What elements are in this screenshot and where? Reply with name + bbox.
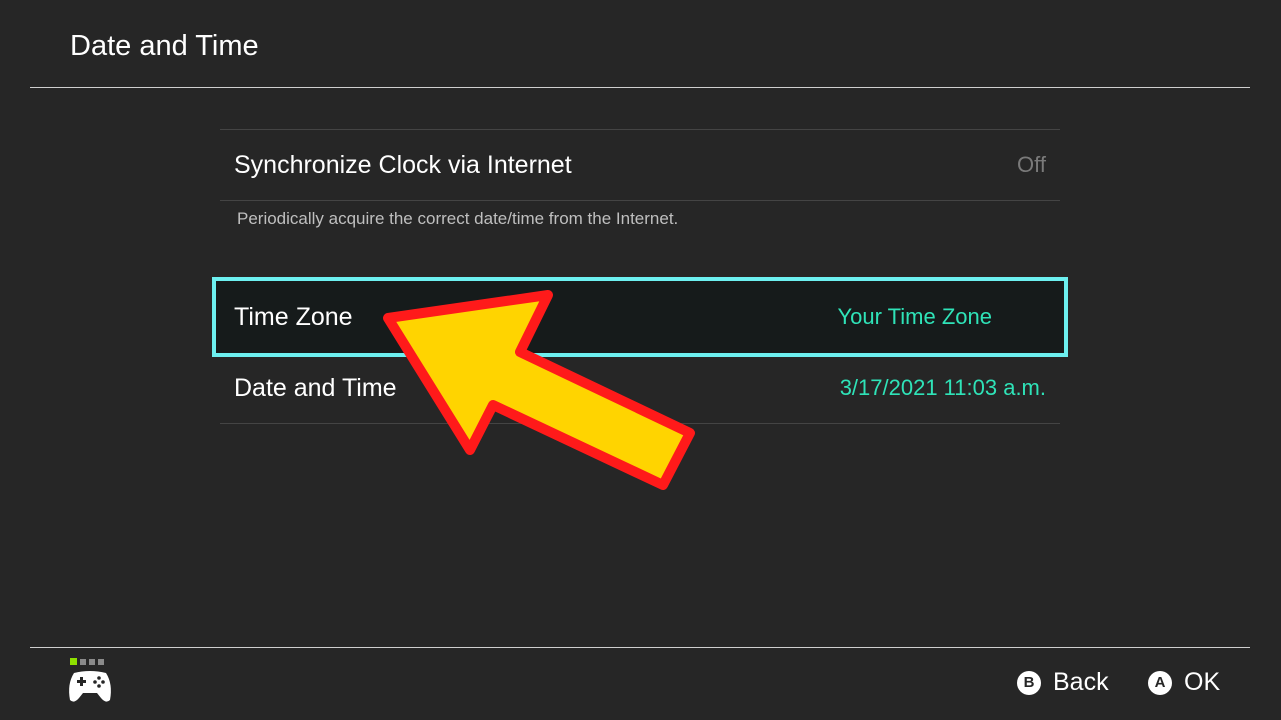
time-zone-row[interactable]: Time Zone Your Time Zone xyxy=(212,277,1068,357)
header-divider xyxy=(30,87,1250,88)
date-time-row[interactable]: Date and Time 3/17/2021 11:03 a.m. xyxy=(220,353,1060,423)
list-divider xyxy=(220,423,1060,424)
gamepad-icon xyxy=(69,658,111,702)
sync-clock-value: Off xyxy=(1017,152,1046,177)
time-zone-value: Your Time Zone xyxy=(837,304,993,329)
a-button-icon: A xyxy=(1148,670,1172,695)
page-title: Date and Time xyxy=(70,30,259,62)
date-time-value: 3/17/2021 11:03 a.m. xyxy=(839,375,1046,400)
time-zone-label: Time Zone xyxy=(234,302,353,331)
sync-clock-label: Synchronize Clock via Internet xyxy=(234,150,572,179)
ok-button[interactable]: A OK xyxy=(1148,668,1220,697)
sync-clock-description: Periodically acquire the correct date/ti… xyxy=(237,209,679,228)
settings-list: Synchronize Clock via Internet Off Perio… xyxy=(212,129,1068,424)
back-label: Back xyxy=(1053,668,1109,696)
footer-divider xyxy=(30,647,1250,648)
date-time-label: Date and Time xyxy=(234,373,397,402)
back-button[interactable]: B Back xyxy=(1017,668,1109,697)
b-button-icon: B xyxy=(1017,670,1041,695)
sync-clock-row[interactable]: Synchronize Clock via Internet Off xyxy=(220,130,1060,200)
ok-label: OK xyxy=(1184,668,1221,696)
